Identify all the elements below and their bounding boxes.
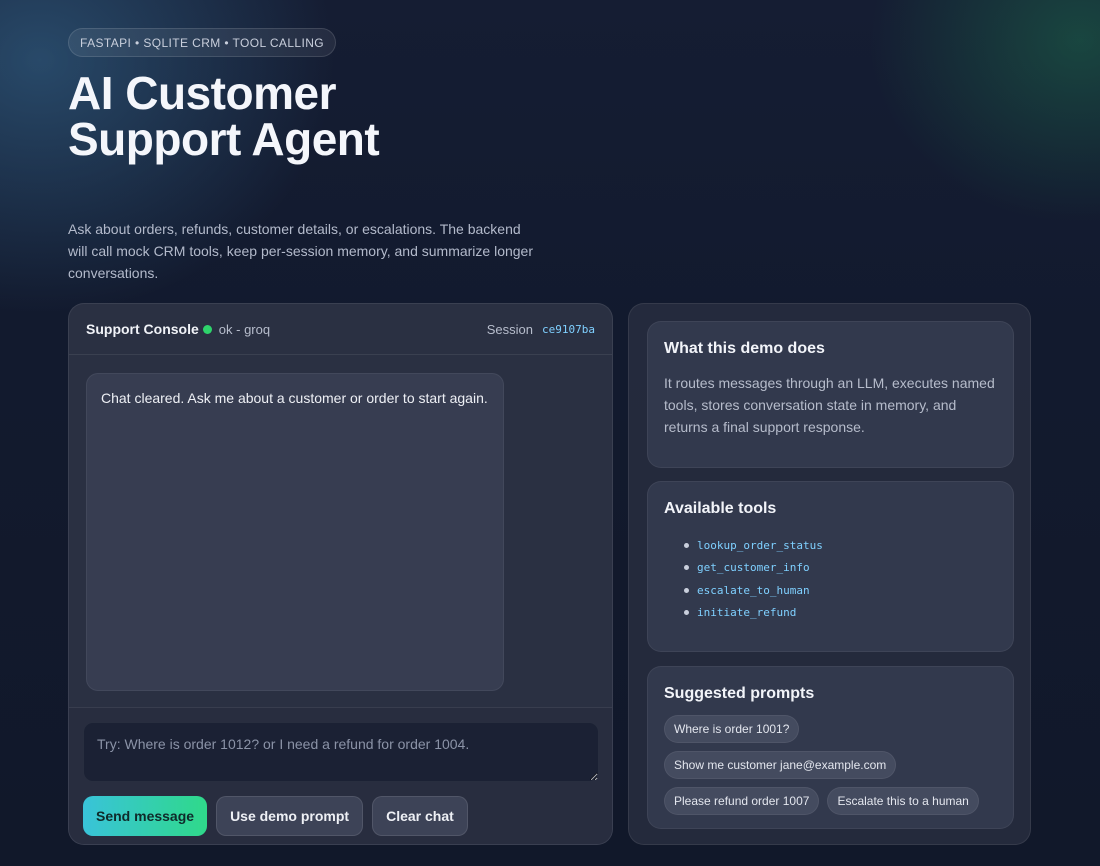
tool-item: initiate_refund: [684, 602, 997, 625]
console-title: Support Console: [86, 321, 199, 337]
prompt-chip[interactable]: Where is order 1001?: [664, 715, 800, 743]
session-label: Session: [486, 321, 534, 337]
assistant-message: Chat cleared. Ask me about a customer or…: [86, 373, 504, 691]
send-message-button[interactable]: Send message: [83, 796, 208, 836]
chat-log[interactable]: Chat cleared. Ask me about a customer or…: [69, 355, 612, 707]
tool-item: escalate_to_human: [684, 579, 997, 602]
session-id: ce9107ba: [542, 322, 595, 336]
info-sidebar: What this demo does It routes messages t…: [628, 303, 1031, 845]
tools-card: Available tools lookup_order_status get_…: [647, 481, 1014, 652]
prompt-chip[interactable]: Please refund order 1007: [664, 787, 820, 815]
prompt-chip[interactable]: Show me customer jane@example.com: [664, 751, 897, 779]
status-text: ok - groq: [218, 321, 271, 337]
status-dot-icon: [202, 324, 212, 334]
prompts-title: Suggested prompts: [664, 685, 815, 702]
support-console: Support Console ok - groq Session ce9107…: [68, 303, 613, 845]
demo-prompt-button[interactable]: Use demo prompt: [216, 796, 364, 836]
tools-list: lookup_order_status get_customer_info es…: [664, 534, 997, 624]
page-subtitle: Ask about orders, refunds, customer deta…: [68, 221, 534, 281]
tool-item: get_customer_info: [684, 557, 997, 580]
about-text: It routes messages through an LLM, execu…: [664, 375, 995, 435]
tech-badge: FASTAPI • SQLITE CRM • TOOL CALLING: [68, 28, 337, 57]
message-input[interactable]: [83, 722, 599, 782]
prompt-chip[interactable]: Escalate this to a human: [827, 787, 979, 815]
session-info: Session ce9107ba: [487, 322, 595, 337]
prompt-chips: Where is order 1001? Show me customer ja…: [664, 715, 997, 815]
composer: Send message Use demo prompt Clear chat: [69, 707, 612, 844]
console-header: Support Console ok - groq Session ce9107…: [69, 304, 612, 355]
about-title: What this demo does: [664, 340, 825, 357]
tool-item: lookup_order_status: [684, 534, 997, 557]
clear-chat-button[interactable]: Clear chat: [372, 796, 468, 836]
composer-actions: Send message Use demo prompt Clear chat: [83, 796, 598, 836]
prompts-card: Suggested prompts Where is order 1001? S…: [647, 666, 1014, 829]
page-title: AI Customer Support Agent: [68, 67, 380, 165]
tools-title: Available tools: [664, 500, 777, 517]
about-card: What this demo does It routes messages t…: [647, 321, 1014, 468]
